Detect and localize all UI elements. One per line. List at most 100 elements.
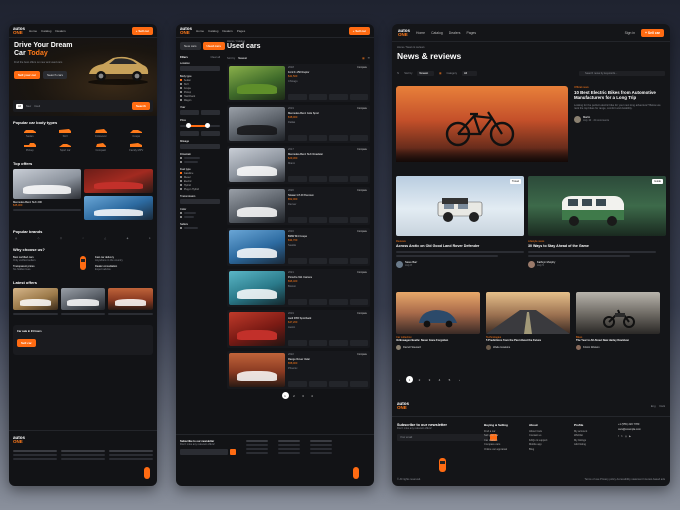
compare-toggle[interactable]: Compare: [357, 353, 367, 356]
listing-card[interactable]: 2016 BMW M4 Coupe $34,700 Seattle Compar…: [227, 228, 370, 266]
sort-select[interactable]: Newest: [238, 57, 247, 60]
search-tab-all[interactable]: All: [16, 103, 23, 109]
article-title[interactable]: Across Arctic on Old Good Land Rover Def…: [396, 244, 524, 248]
filter-wagon[interactable]: Wagon: [180, 98, 220, 102]
hero-sell-button[interactable]: Sell your car: [14, 71, 41, 79]
article-title[interactable]: The Year to All About New Harley Davidso…: [576, 339, 660, 342]
offer-photo-3[interactable]: [84, 196, 153, 220]
compare-toggle[interactable]: Compare: [357, 107, 367, 110]
sell-car-button[interactable]: + Sell car: [348, 26, 370, 35]
body-type-mpv[interactable]: Family MPV: [121, 142, 153, 152]
brand-logo[interactable]: autos ONE: [13, 26, 25, 35]
listing-card[interactable]: 2019 Mercedes-Benz GLE Sport $38,900 Dal…: [227, 105, 370, 143]
latest-card-2[interactable]: [60, 288, 106, 310]
footer-link[interactable]: About Cars: [529, 430, 547, 433]
nav-link-pages[interactable]: Pages: [466, 31, 476, 35]
search-tab-new[interactable]: New: [26, 105, 31, 108]
hero-search-button[interactable]: Search cars: [43, 71, 68, 79]
legal-links[interactable]: Terms of use Privacy policy Accessibilit…: [585, 478, 665, 481]
footer-link[interactable]: Mobile app: [529, 443, 547, 446]
footer-link[interactable]: Sell your car: [484, 434, 508, 437]
price-slider[interactable]: [180, 123, 220, 129]
page-2[interactable]: 2: [416, 376, 423, 383]
filter-drivetrain-option[interactable]: [180, 160, 220, 164]
brand-logo-7[interactable]: ✦: [149, 237, 151, 240]
brand-logo[interactable]: autos ONE: [180, 26, 192, 35]
tab-used-cars[interactable]: Used cars: [202, 42, 225, 50]
brand-logo-1[interactable]: ◎: [15, 237, 17, 240]
article-image-van[interactable]: Guide: [528, 176, 666, 236]
year-to-input[interactable]: [201, 110, 220, 115]
page-1[interactable]: 1: [406, 376, 413, 383]
featured-article-image[interactable]: [396, 86, 568, 162]
theme-select[interactable]: Dark: [660, 405, 665, 408]
brand-logo-5[interactable]: △: [104, 237, 106, 240]
body-type-sedan[interactable]: Sedan: [14, 128, 46, 138]
body-type-suv[interactable]: SUV: [50, 128, 82, 138]
article-image-arctic[interactable]: Travel: [396, 176, 524, 236]
footer-link[interactable]: Add listing: [574, 443, 587, 446]
footer-link[interactable]: My account: [574, 430, 587, 433]
sell-car-button[interactable]: + Sell car: [131, 26, 153, 35]
compare-toggle[interactable]: Compare: [357, 66, 367, 69]
year-from-input[interactable]: [180, 110, 199, 115]
article-image-harley[interactable]: [576, 292, 660, 334]
footer-logo[interactable]: autos ONE: [13, 435, 153, 444]
nav-link-dealers[interactable]: Dealers: [222, 29, 232, 33]
sell-banner-button[interactable]: Sell car: [17, 339, 36, 347]
brand-logo-6[interactable]: ◈: [127, 237, 129, 240]
nav-link-catalog[interactable]: Catalog: [41, 29, 51, 33]
footer-link[interactable]: Blog: [529, 448, 547, 451]
article-title[interactable]: 30 Ways to Stay Ahead of the Game: [528, 244, 656, 248]
featured-comments[interactable]: 24 comments: [594, 119, 610, 122]
listing-card[interactable]: 2017 Mercedes-Benz SLK Roadster $29,300 …: [227, 146, 370, 184]
tab-new-cars[interactable]: New cars: [180, 42, 201, 50]
page-4[interactable]: 4: [309, 392, 316, 399]
next-page-icon[interactable]: ›: [456, 376, 463, 383]
page-3[interactable]: 3: [426, 376, 433, 383]
brand-logo[interactable]: autos ONE: [398, 28, 410, 37]
body-type-pickup[interactable]: Pickup: [14, 142, 46, 152]
footer-link[interactable]: Wishlist: [574, 434, 587, 437]
footer-link[interactable]: Car dealers: [484, 439, 508, 442]
twitter-icon[interactable]: 𝕏: [621, 435, 623, 438]
compare-toggle[interactable]: Compare: [357, 189, 367, 192]
article-title[interactable]: 5 Predictions from the Past About the Fu…: [486, 339, 570, 342]
view-list-icon[interactable]: ☰: [368, 57, 370, 60]
listing-card[interactable]: 2019 Audi RS5 Sportback $47,200 Austin C…: [227, 310, 370, 348]
instagram-icon[interactable]: ◎: [625, 435, 627, 438]
brand-logo-2[interactable]: ◇: [38, 237, 40, 240]
latest-card-1[interactable]: [13, 288, 58, 310]
transmission-select[interactable]: [180, 199, 220, 204]
nav-link-home[interactable]: Home: [29, 29, 37, 33]
listing-card[interactable]: 2022 Range Rover Velar $58,900 Phoenix C…: [227, 351, 370, 389]
listing-card[interactable]: 2018 Ford F-150 Raptor $41,500 Chicago C…: [227, 64, 370, 102]
footer-email-input[interactable]: [180, 449, 228, 455]
filter-color-option[interactable]: [180, 215, 220, 219]
nav-link-dealers[interactable]: Dealers: [55, 29, 65, 33]
category-select[interactable]: All: [462, 71, 477, 76]
footer-phone[interactable]: +1 (555) 220 7780: [618, 423, 641, 426]
compare-toggle[interactable]: Compare: [357, 312, 367, 315]
page-5[interactable]: 5: [446, 376, 453, 383]
body-type-sport[interactable]: Sport car: [50, 142, 82, 152]
article-author[interactable]: Darrell Steward: [403, 346, 421, 349]
brand-logo-3[interactable]: ⬡: [60, 237, 62, 240]
price-max-input[interactable]: [201, 131, 220, 136]
featured-title[interactable]: 10 Best Electric Bikes from Automotive M…: [574, 90, 666, 101]
footer-subscribe-button[interactable]: [230, 449, 236, 455]
page-4[interactable]: 4: [436, 376, 443, 383]
clear-filters-link[interactable]: Clear all: [210, 56, 220, 59]
nav-link-home[interactable]: Home: [196, 29, 204, 33]
footer-link[interactable]: Compare cars: [484, 443, 508, 446]
page-1[interactable]: 1: [281, 392, 289, 399]
offer-card-main[interactable]: Mercedes-Benz SLK 200 $45,000: [13, 169, 81, 220]
article-author[interactable]: Kristin Watson: [583, 346, 600, 349]
listing-card[interactable]: 2020 Nissan GT-R Premium $52,000 Denver …: [227, 187, 370, 225]
offer-photo-2[interactable]: [84, 169, 153, 193]
prev-page-icon[interactable]: ‹: [396, 376, 403, 383]
mileage-input[interactable]: [180, 144, 220, 149]
nav-link-dealers[interactable]: Dealers: [449, 31, 461, 35]
nav-link-home[interactable]: Home: [416, 31, 425, 35]
page-3[interactable]: 3: [300, 392, 307, 399]
